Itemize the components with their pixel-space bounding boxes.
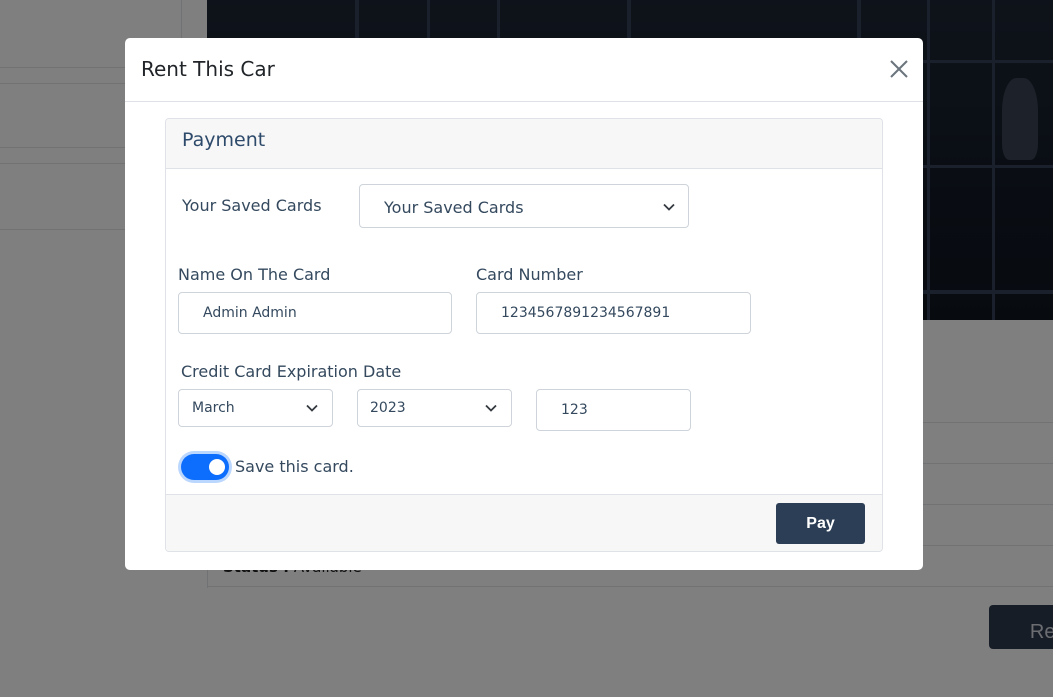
- card-number-value: 1234567891234567891: [501, 305, 671, 321]
- expiration-month-select[interactable]: March: [178, 389, 333, 427]
- expiration-date-label: Credit Card Expiration Date: [181, 362, 402, 381]
- saved-cards-label: Your Saved Cards: [182, 196, 322, 215]
- cvv-value: 123: [561, 402, 588, 418]
- name-on-card-value: Admin Admin: [203, 305, 297, 321]
- rent-car-modal: Rent This Car Payment Your Saved Cards Y…: [125, 38, 923, 570]
- payment-heading: Payment: [182, 129, 266, 151]
- save-card-toggle[interactable]: [181, 454, 229, 480]
- chevron-down-icon: [485, 404, 497, 412]
- close-button[interactable]: [888, 58, 910, 80]
- payment-card-header: Payment: [166, 119, 882, 169]
- toggle-knob: [209, 459, 225, 475]
- modal-title: Rent This Car: [141, 57, 275, 81]
- saved-cards-selected: Your Saved Cards: [384, 198, 524, 217]
- save-card-label: Save this card.: [235, 457, 354, 476]
- month-selected: March: [192, 400, 235, 416]
- close-icon: [890, 60, 908, 78]
- card-number-label: Card Number: [476, 265, 583, 284]
- cvv-input[interactable]: 123: [536, 389, 691, 431]
- pay-button[interactable]: Pay: [776, 503, 865, 544]
- chevron-down-icon: [306, 404, 318, 412]
- name-on-card-label: Name On The Card: [178, 265, 331, 284]
- chevron-down-icon: [663, 203, 675, 211]
- name-on-card-input[interactable]: Admin Admin: [178, 292, 452, 334]
- card-number-input[interactable]: 1234567891234567891: [476, 292, 751, 334]
- year-selected: 2023: [370, 400, 406, 416]
- modal-header: Rent This Car: [125, 38, 923, 102]
- saved-cards-select[interactable]: Your Saved Cards: [359, 184, 689, 228]
- payment-card: Payment Your Saved Cards Your Saved Card…: [165, 118, 883, 552]
- payment-card-footer: Pay: [166, 494, 882, 551]
- expiration-year-select[interactable]: 2023: [357, 389, 512, 427]
